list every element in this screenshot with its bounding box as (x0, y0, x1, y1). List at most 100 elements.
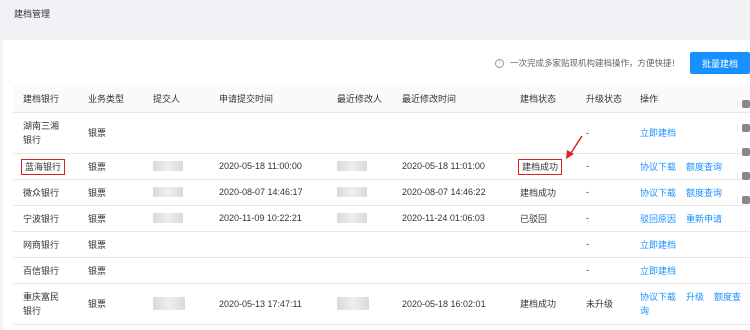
modifier-cell (327, 231, 392, 258)
modify-time-cell (392, 112, 510, 154)
table-row: 湖南三湘 银行 银票 - 立即建档 (13, 112, 750, 154)
create-now-link[interactable]: 立即建档 (640, 266, 676, 276)
modify-time-cell (392, 231, 510, 258)
upgrade-cell: 未升级 (576, 283, 630, 325)
biz-cell: 银票 (78, 283, 143, 325)
submitter-cell (143, 205, 209, 232)
submit-time-cell (209, 112, 327, 154)
actions-cell: 立即建档 (630, 231, 750, 258)
submitter-cell (143, 257, 209, 284)
table-row: 宁波银行 银票 2020-11-09 10:22:21 2020-11-24 0… (13, 205, 750, 232)
batch-hint-text: 一次完成多家贴现机构建档操作，方便快捷！ (509, 58, 680, 68)
upgrade-cell: - (576, 257, 630, 284)
submit-time-cell: 2020-08-07 14:46:17 (209, 179, 327, 206)
masked-modifier (337, 297, 369, 310)
actions-cell: 立即建档 (630, 257, 750, 284)
bank-cell: 百信银行 (13, 257, 78, 284)
modify-time-cell: 2020-11-24 01:06:03 (392, 205, 510, 232)
upgrade-cell: - (576, 205, 630, 232)
side-chat-icon[interactable] (742, 100, 750, 108)
agreement-download-link[interactable]: 协议下载 (640, 292, 676, 302)
table-row: 网商银行 银票 - 立即建档 (13, 231, 750, 258)
create-now-link[interactable]: 立即建档 (640, 128, 676, 138)
biz-cell: 银票 (78, 153, 143, 180)
masked-submitter (153, 187, 183, 198)
modify-time-cell: 2020-05-18 11:01:00 (392, 153, 510, 180)
bank-cell: 湖南三湘 银行 (13, 112, 78, 154)
modifier-cell (327, 112, 392, 154)
masked-submitter (153, 213, 183, 224)
actions-cell: 驳回原因 重新申请 (630, 205, 750, 232)
modifier-cell (327, 283, 392, 325)
submitter-cell (143, 283, 209, 325)
reject-reason-link[interactable]: 驳回原因 (640, 214, 676, 224)
modify-time-cell: 2020-08-07 14:46:22 (392, 179, 510, 206)
modify-time-cell: 2020-05-18 16:02:01 (392, 283, 510, 325)
side-message-icon[interactable] (742, 148, 750, 156)
side-doc-icon[interactable] (742, 172, 750, 180)
header-submit-time: 申请提交时间 (209, 85, 327, 113)
quota-query-link[interactable]: 额度查询 (686, 188, 722, 198)
masked-submitter (153, 297, 185, 310)
bank-cell: 蓝海银行 (13, 153, 78, 180)
bank-cell: 重庆富民 银行 (13, 283, 78, 325)
upgrade-cell: - (576, 112, 630, 154)
biz-cell: 银票 (78, 257, 143, 284)
table-header-row: 建档银行 业务类型 提交人 申请提交时间 最近修改人 最近修改时间 建档状态 升… (13, 85, 750, 113)
modify-time-cell (392, 257, 510, 284)
submitter-cell (143, 153, 209, 180)
modifier-cell (327, 205, 392, 232)
upgrade-cell: - (576, 179, 630, 206)
bank-cell: 宁波银行 (13, 205, 78, 232)
reapply-link[interactable]: 重新申请 (686, 214, 722, 224)
annotation-arrow-icon (566, 135, 583, 159)
masked-modifier (337, 213, 367, 224)
status-cell (510, 231, 576, 258)
masked-submitter (153, 161, 183, 172)
content-card: ! 一次完成多家贴现机构建档操作，方便快捷！ 批量建档 建档银行 业务类型 提交… (3, 40, 750, 330)
create-now-link[interactable]: 立即建档 (640, 240, 676, 250)
batch-hint: ! 一次完成多家贴现机构建档操作，方便快捷！ (494, 57, 680, 69)
table-row: 微众银行 银票 2020-08-07 14:46:17 2020-08-07 1… (13, 179, 750, 206)
agreement-download-link[interactable]: 协议下载 (640, 188, 676, 198)
status-cell: 建档成功 (510, 179, 576, 206)
agreement-download-link[interactable]: 协议下载 (640, 162, 676, 172)
status-cell: 建档成功 (510, 283, 576, 325)
side-top-icon[interactable] (742, 196, 750, 204)
upgrade-cell: - (576, 231, 630, 258)
highlighted-status: 建档成功 (517, 158, 563, 175)
toolbar: ! 一次完成多家贴现机构建档操作，方便快捷！ 批量建档 (494, 52, 750, 74)
modifier-cell (327, 153, 392, 180)
quota-query-link[interactable]: 额度查询 (686, 162, 722, 172)
submitter-cell (143, 231, 209, 258)
header-actions: 操作 (630, 85, 750, 113)
batch-create-button[interactable]: 批量建档 (690, 52, 750, 74)
header-submitter: 提交人 (143, 85, 209, 113)
bank-table: 建档银行 业务类型 提交人 申请提交时间 最近修改人 最近修改时间 建档状态 升… (13, 85, 750, 325)
table-row: 蓝海银行 银票 2020-05-18 11:00:00 2020-05-18 1… (13, 153, 750, 180)
submit-time-cell (209, 257, 327, 284)
status-cell: 已驳回 (510, 205, 576, 232)
highlighted-bank: 蓝海银行 (20, 158, 66, 175)
info-icon: ! (494, 58, 504, 68)
header-upgrade: 升级状态 (576, 85, 630, 113)
submit-time-cell (209, 231, 327, 258)
masked-modifier (337, 187, 367, 198)
actions-cell: 协议下载 额度查询 (630, 179, 750, 206)
header-modifier: 最近修改人 (327, 85, 392, 113)
table-row: 百信银行 银票 - 立即建档 (13, 257, 750, 284)
actions-cell: 协议下载 额度查询 (630, 153, 750, 180)
upgrade-cell: - (576, 153, 630, 180)
upgrade-link[interactable]: 升级 (686, 292, 704, 302)
header-biz: 业务类型 (78, 85, 143, 113)
biz-cell: 银票 (78, 112, 143, 154)
submitter-cell (143, 179, 209, 206)
header-modify-time: 最近修改时间 (392, 85, 510, 113)
submit-time-cell: 2020-11-09 10:22:21 (209, 205, 327, 232)
bank-cell: 网商银行 (13, 231, 78, 258)
side-service-icon[interactable] (742, 124, 750, 132)
modifier-cell (327, 179, 392, 206)
actions-cell: 立即建档 (630, 112, 750, 154)
biz-cell: 银票 (78, 231, 143, 258)
masked-modifier (337, 161, 367, 172)
